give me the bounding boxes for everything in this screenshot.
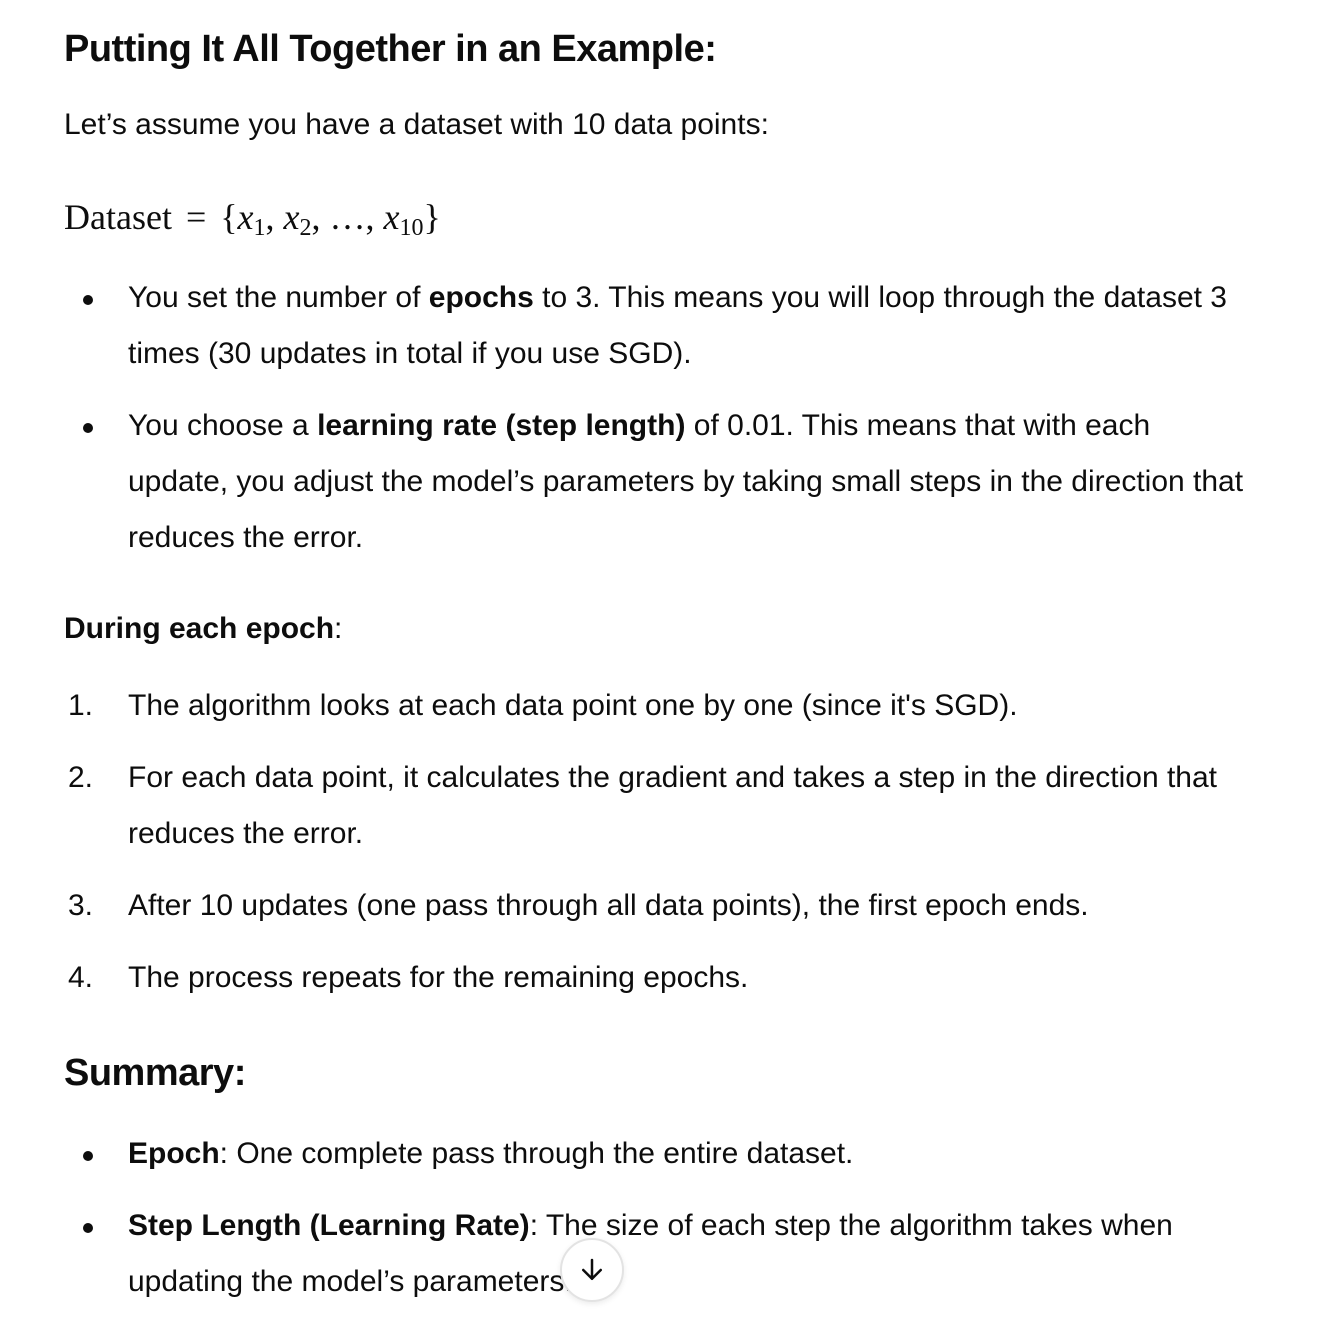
equation-sub-10: 10: [399, 215, 424, 241]
section-heading-example: Putting It All Together in an Example:: [64, 28, 717, 70]
dataset-equation: Dataset = {x1, x2, …, x10}: [64, 196, 441, 242]
arrow-down-icon: [582, 1258, 602, 1280]
bold-term: Step Length (Learning Rate): [128, 1209, 530, 1242]
text-run: You set the number of: [128, 281, 429, 314]
equation-sub-2: 2: [299, 215, 312, 241]
section-heading-summary: Summary:: [64, 1052, 246, 1094]
list-item: 2. For each data point, it calculates th…: [64, 750, 1254, 862]
bold-term: epochs: [428, 281, 534, 314]
text-run: You choose a: [128, 409, 318, 442]
equation-sub-1: 1: [253, 215, 266, 241]
bold-term: Epoch: [128, 1137, 220, 1170]
equation-var-x1: x: [237, 197, 254, 237]
equation-comma: ,: [365, 197, 375, 237]
list-item-text: You set the number of epochs to 3. This …: [128, 270, 1254, 382]
equation-var-x2: x: [283, 197, 300, 237]
list-item-text: Epoch: One complete pass through the ent…: [128, 1126, 1254, 1182]
list-number: 3.: [68, 889, 94, 922]
bullet-icon: [83, 1151, 93, 1161]
equation-lhs: Dataset: [64, 197, 172, 237]
list-item: 4. The process repeats for the remaining…: [64, 950, 1254, 1006]
list-item-text: The algorithm looks at each data point o…: [128, 689, 1018, 722]
list-item: 3. After 10 updates (one pass through al…: [64, 878, 1254, 934]
equation-var-x10: x: [383, 197, 400, 237]
list-number: 2.: [68, 761, 94, 794]
list-number: 4.: [68, 961, 94, 994]
list-item: 1. The algorithm looks at each data poin…: [64, 678, 1254, 734]
bullet-icon: [83, 295, 93, 305]
scroll-to-bottom-button[interactable]: [560, 1238, 624, 1302]
bullet-icon: [83, 1223, 93, 1233]
bold-term: During each epoch: [64, 612, 335, 645]
list-number: 1.: [68, 689, 94, 722]
list-item-text: For each data point, it calculates the g…: [128, 761, 1218, 850]
list-item: You set the number of epochs to 3. This …: [64, 270, 1254, 382]
equation-comma: ,: [265, 197, 275, 237]
bold-term: learning rate (step length): [317, 409, 686, 442]
bullet-icon: [83, 423, 93, 433]
text-run: :: [334, 612, 343, 645]
equation-equals: =: [185, 197, 207, 237]
text-run: : One complete pass through the entire d…: [219, 1137, 854, 1170]
list-item: Step Length (Learning Rate): The size of…: [64, 1198, 1254, 1310]
list-item: You choose a learning rate (step length)…: [64, 398, 1254, 566]
list-item-text: Step Length (Learning Rate): The size of…: [128, 1198, 1254, 1310]
equation-open-brace: {: [220, 197, 238, 237]
list-item-text: After 10 updates (one pass through all d…: [128, 889, 1089, 922]
intro-paragraph: Let’s assume you have a dataset with 10 …: [64, 108, 769, 141]
equation-close-brace: }: [423, 197, 441, 237]
equation-ellipsis: …: [329, 197, 366, 237]
list-item: Epoch: One complete pass through the ent…: [64, 1126, 1254, 1182]
list-item-text: You choose a learning rate (step length)…: [128, 398, 1254, 566]
equation-comma: ,: [311, 197, 321, 237]
list-item-text: The process repeats for the remaining ep…: [128, 961, 749, 994]
epoch-subheading: During each epoch:: [64, 612, 342, 646]
